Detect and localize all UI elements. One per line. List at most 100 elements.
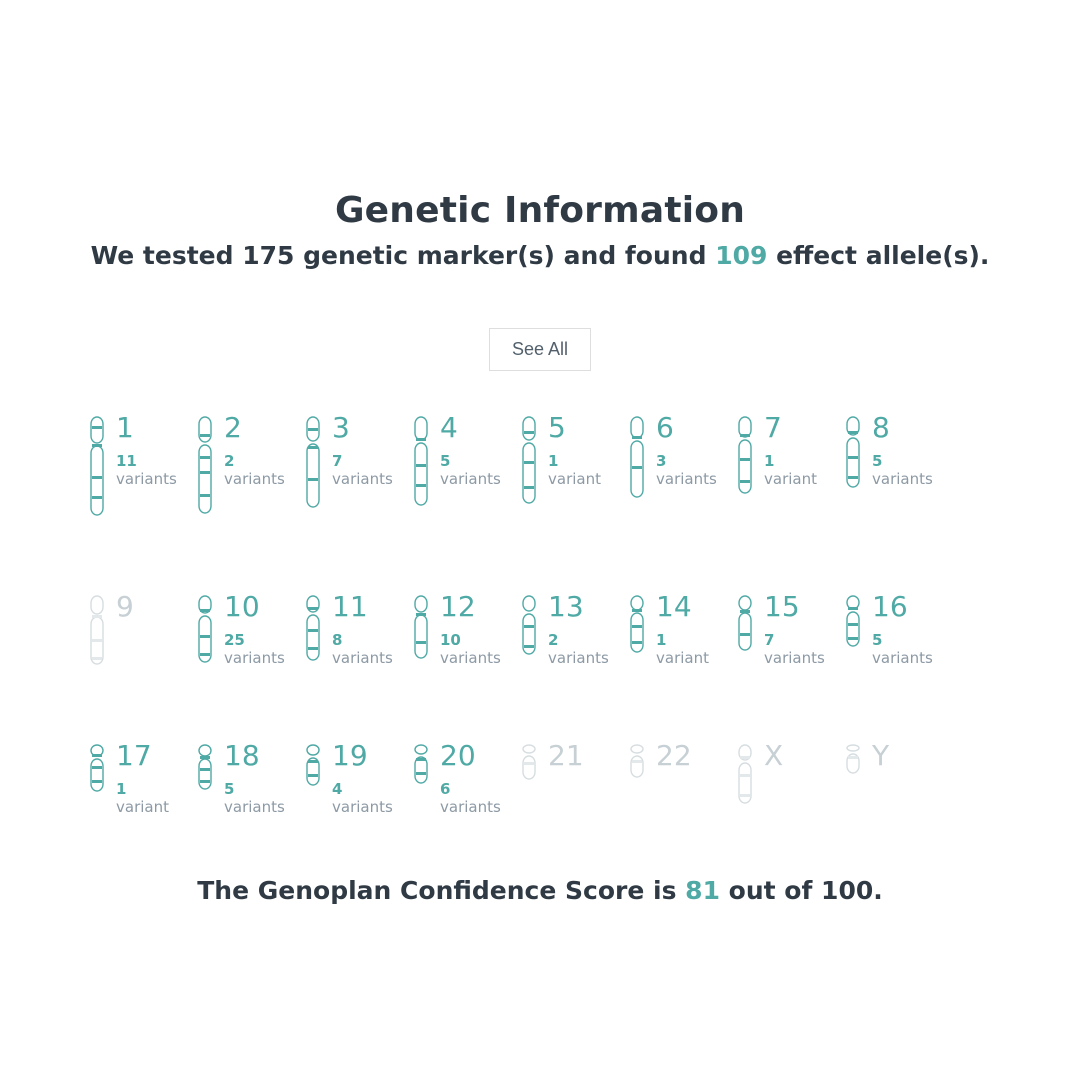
chromosome-icon [630, 416, 648, 502]
variant-count: 2 [548, 632, 609, 649]
chromosome-icon [198, 744, 216, 794]
variant-count: 7 [764, 632, 825, 649]
chromosome-22: 22 [630, 741, 712, 816]
chromosome-icon [522, 595, 540, 659]
variant-word: variants [332, 471, 393, 488]
chromosome-number: 8 [872, 413, 933, 444]
variant-count: 5 [872, 632, 933, 649]
subtitle-prefix: We tested [91, 241, 243, 270]
confidence-score: The Genoplan Confidence Score is 81 out … [90, 876, 990, 905]
chromosome-icon [90, 416, 108, 520]
chromosome-4[interactable]: 45variants [414, 413, 496, 520]
chromosome-1[interactable]: 111variants [90, 413, 172, 520]
variant-word: variants [872, 471, 933, 488]
chromosome-number: 3 [332, 413, 393, 444]
subtitle: We tested 175 genetic marker(s) and foun… [90, 241, 990, 270]
chromosome-icon [306, 416, 324, 512]
variant-count: 1 [548, 453, 601, 470]
chromosome-10[interactable]: 1025variants [198, 592, 280, 669]
chromosome-icon [306, 744, 324, 790]
chromosome-icon [630, 595, 648, 657]
page-title: Genetic Information [90, 190, 990, 231]
chromosome-icon [846, 416, 864, 492]
variant-word: variants [764, 650, 825, 667]
chromosome-icon [522, 744, 540, 784]
variant-word: variant [116, 799, 169, 816]
chromosome-13[interactable]: 132variants [522, 592, 604, 669]
chromosome-8[interactable]: 85variants [846, 413, 928, 520]
chromosome-5[interactable]: 5 1variant [522, 413, 604, 520]
chromosome-number: 5 [548, 413, 601, 444]
variant-count: 1 [764, 453, 817, 470]
chromosome-icon [846, 595, 864, 651]
chromosome-12[interactable]: 1210variants [414, 592, 496, 669]
chromosome-icon [90, 595, 108, 669]
chromosome-number: 16 [872, 592, 933, 623]
chromosome-number: 22 [656, 741, 692, 772]
chromosome-number: 11 [332, 592, 393, 623]
variant-word: variants [872, 650, 933, 667]
chromosome-6[interactable]: 63variants [630, 413, 712, 520]
variant-count: 3 [656, 453, 717, 470]
chromosome-number: 20 [440, 741, 501, 772]
variant-word: variants [548, 650, 609, 667]
chromosome-20[interactable]: 206variants [414, 741, 496, 816]
chromosome-21: 21 [522, 741, 604, 816]
chromosome-icon [738, 416, 756, 498]
chromosome-number: 12 [440, 592, 501, 623]
variant-count: 5 [224, 781, 285, 798]
markers-count: 175 [242, 241, 294, 270]
chromosome-icon [414, 595, 432, 663]
variant-word: variants [116, 471, 177, 488]
variant-count: 5 [872, 453, 933, 470]
chromosome-2[interactable]: 22variants [198, 413, 280, 520]
chromosome-number: 17 [116, 741, 169, 772]
subtitle-mid: genetic marker(s) and found [294, 241, 715, 270]
variant-count: 5 [440, 453, 501, 470]
variant-word: variant [548, 471, 601, 488]
chromosome-icon [846, 744, 864, 778]
chromosome-icon [630, 744, 648, 782]
alleles-count: 109 [715, 241, 767, 270]
variant-word: variants [332, 799, 393, 816]
chromosome-16[interactable]: 165variants [846, 592, 928, 669]
score-suffix: out of 100. [720, 876, 883, 905]
chromosome-9: 9 [90, 592, 172, 669]
chromosome-18[interactable]: 185variants [198, 741, 280, 816]
variant-count: 11 [116, 453, 177, 470]
chromosome-number: 9 [116, 592, 134, 623]
chromosome-icon [414, 416, 432, 510]
chromosome-number: 1 [116, 413, 177, 444]
score-value: 81 [685, 876, 720, 905]
chromosome-icon [738, 595, 756, 655]
variant-word: variants [224, 799, 285, 816]
chromosome-17[interactable]: 171variant [90, 741, 172, 816]
chromosome-15[interactable]: 157variants [738, 592, 820, 669]
variant-count: 10 [440, 632, 501, 649]
chromosome-number: Y [872, 741, 889, 772]
chromosome-icon [738, 744, 756, 808]
see-all-button[interactable]: See All [489, 328, 591, 371]
chromosome-number: 15 [764, 592, 825, 623]
chromosome-19[interactable]: 194variants [306, 741, 388, 816]
variant-word: variants [440, 650, 501, 667]
chromosome-14[interactable]: 141variant [630, 592, 712, 669]
variant-word: variants [224, 650, 285, 667]
chromosome-number: 13 [548, 592, 609, 623]
variant-word: variants [440, 471, 501, 488]
chromosome-icon [414, 744, 432, 788]
variant-word: variants [440, 799, 501, 816]
chromosome-number: 6 [656, 413, 717, 444]
variant-word: variant [764, 471, 817, 488]
variant-count: 6 [440, 781, 501, 798]
variant-word: variants [656, 471, 717, 488]
chromosome-grid: 111variants22variants37variants45variant… [90, 413, 990, 816]
variant-count: 8 [332, 632, 393, 649]
chromosome-number: 19 [332, 741, 393, 772]
chromosome-11[interactable]: 118variants [306, 592, 388, 669]
chromosome-number: 10 [224, 592, 285, 623]
chromosome-7[interactable]: 71variant [738, 413, 820, 520]
chromosome-3[interactable]: 37variants [306, 413, 388, 520]
chromosome-X: X [738, 741, 820, 816]
variant-count: 7 [332, 453, 393, 470]
